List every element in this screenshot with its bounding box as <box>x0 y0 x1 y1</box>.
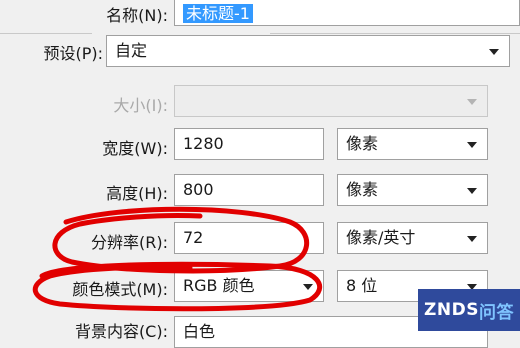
znds-watermark-logo: ZNDS 问答 <box>418 289 520 331</box>
watermark-suffix: 问答 <box>478 302 514 323</box>
watermark-brand: ZNDS <box>424 300 479 320</box>
annotation-marks <box>32 206 323 312</box>
resolution-red-circle <box>52 206 309 274</box>
